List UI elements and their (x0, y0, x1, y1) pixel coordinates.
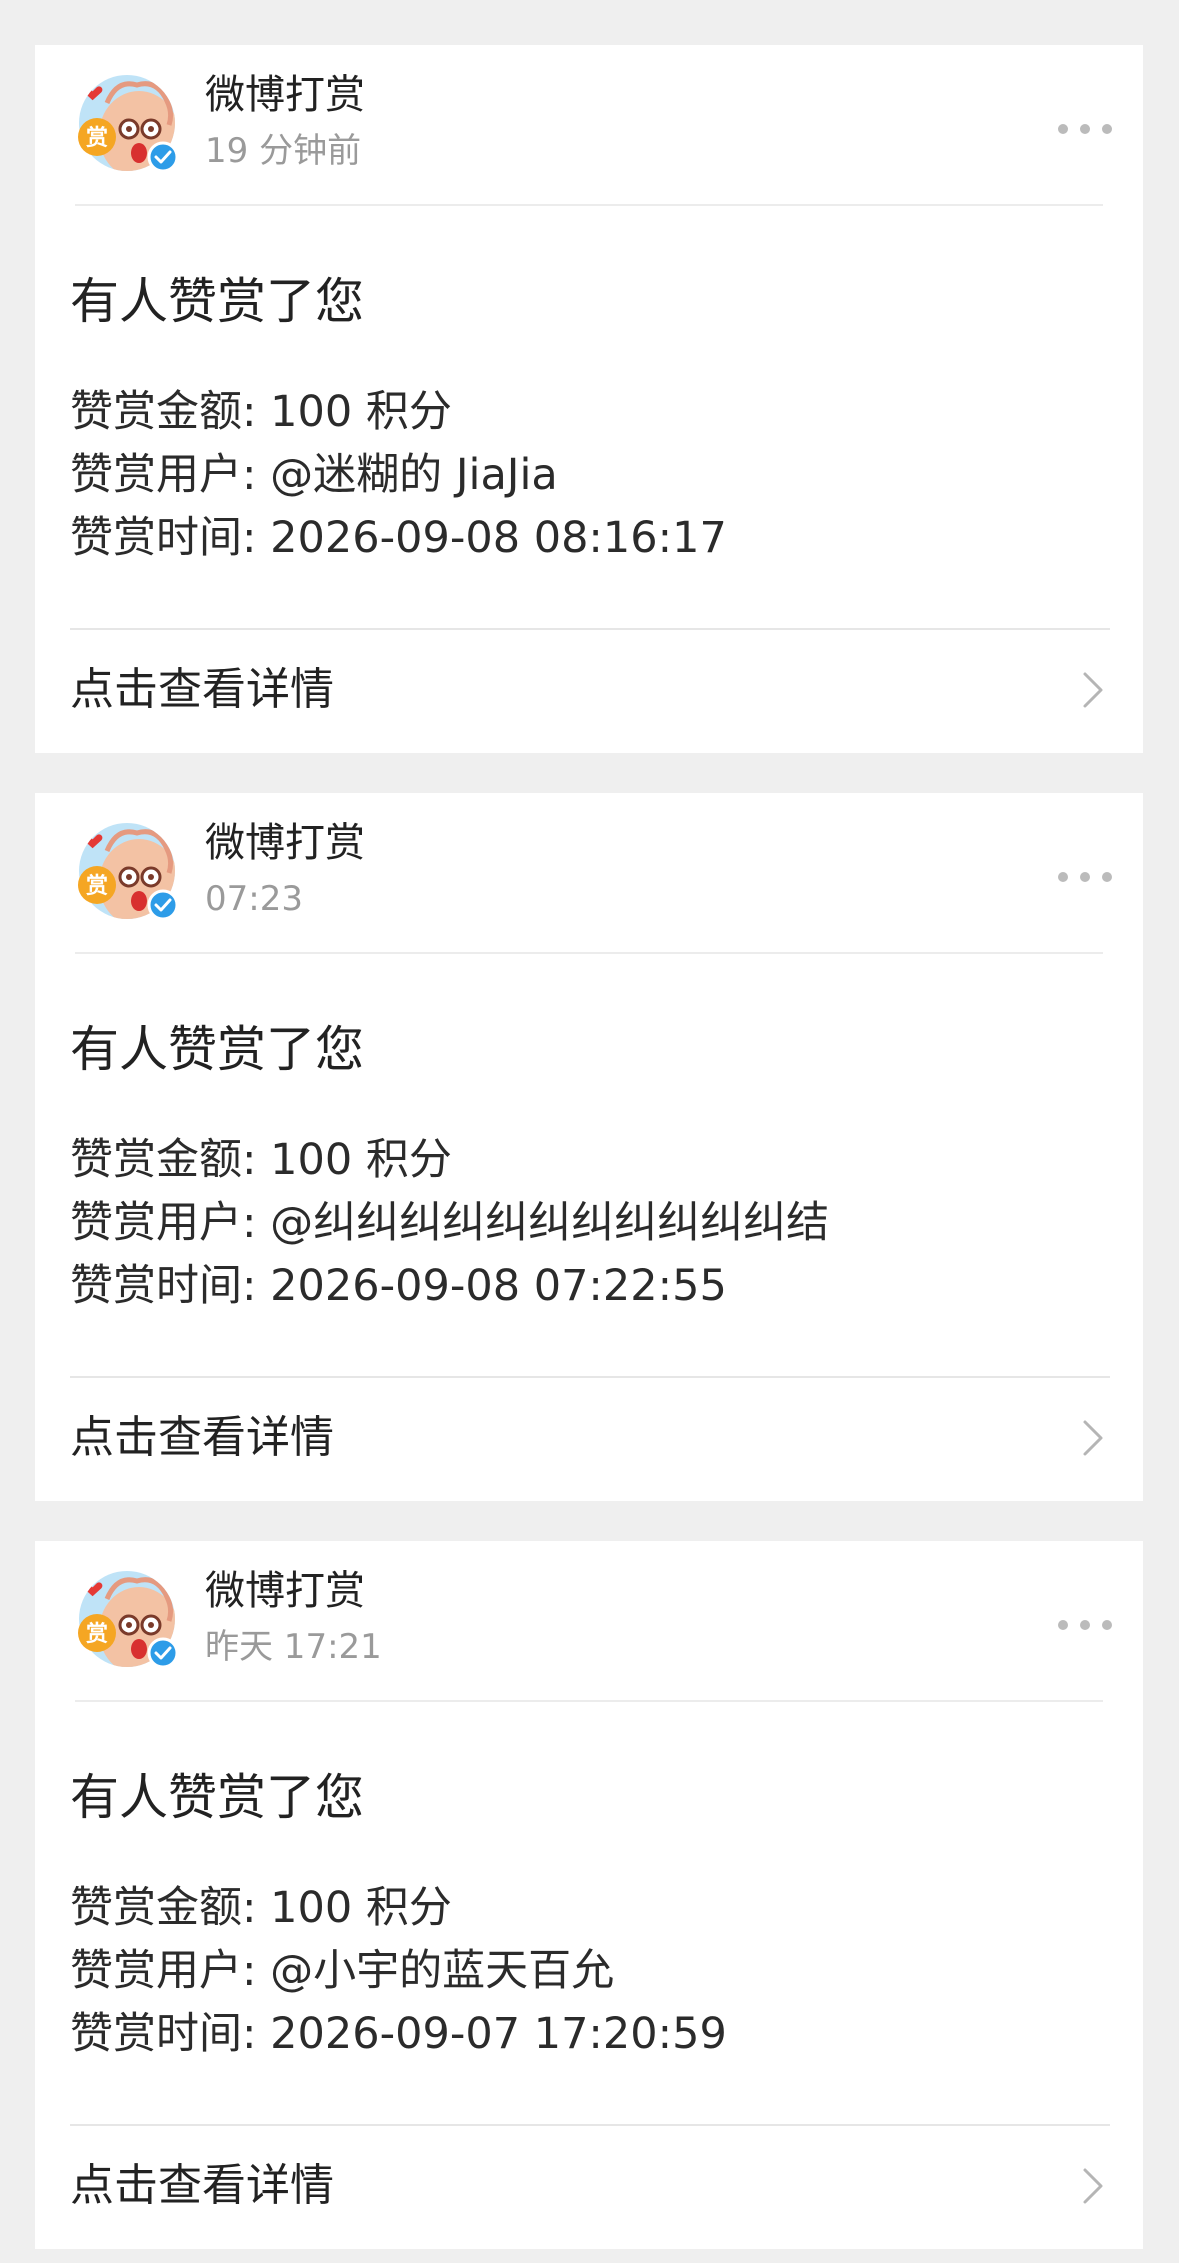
view-details-link[interactable]: 点击查看详情 (35, 2126, 1143, 2249)
sender-name[interactable]: 微博打赏 (205, 71, 365, 119)
reward-amount: 赞赏金额: 100 积分 (70, 1135, 452, 1185)
avatar-image: 赏 (78, 1571, 179, 1669)
notification-title: 有人赞赏了您 (70, 1021, 365, 1078)
reward-user: 赞赏用户: @迷糊的 JiaJia (70, 450, 558, 500)
header-divider (75, 204, 1103, 206)
header-divider (75, 952, 1103, 954)
reward-amount: 赞赏金额: 100 积分 (70, 387, 452, 437)
avatar[interactable]: 赏 (77, 821, 181, 925)
sender-name[interactable]: 微博打赏 (205, 819, 365, 867)
avatar[interactable]: 赏 (77, 1569, 181, 1673)
view-details-label: 点击查看详情 (70, 1412, 334, 1463)
more-dots-icon[interactable] (1055, 1613, 1115, 1637)
avatar[interactable]: 赏 (77, 73, 181, 177)
sender-name[interactable]: 微博打赏 (205, 1567, 365, 1615)
post-time: 19 分钟前 (205, 131, 362, 171)
reward-user: 赞赏用户: @小宇的蓝天百允 (70, 1946, 615, 1996)
notification-card: 赏 微博打赏 07:23 有人赞赏了您 赞赏金额: 100 积分 赞赏用户: @… (35, 793, 1143, 1501)
notification-card: 赏 微博打赏 19 分钟前 有人赞赏了您 赞赏金额: 100 积分 赞赏用户: … (35, 45, 1143, 753)
notification-card: 赏 微博打赏 昨天 17:21 有人赞赏了您 赞赏金额: 100 积分 赞赏用户… (35, 1541, 1143, 2249)
reward-badge-label: 赏 (86, 126, 108, 151)
notification-title: 有人赞赏了您 (70, 1769, 365, 1826)
reward-user: 赞赏用户: @纠纠纠纠纠纠纠纠纠纠纠结 (70, 1198, 830, 1248)
notification-title: 有人赞赏了您 (70, 273, 365, 330)
post-time: 07:23 (205, 879, 303, 919)
verified-check-icon (147, 1637, 179, 1669)
verified-check-icon (147, 141, 179, 173)
view-details-link[interactable]: 点击查看详情 (35, 630, 1143, 753)
view-details-link[interactable]: 点击查看详情 (35, 1378, 1143, 1501)
reward-badge-label: 赏 (86, 874, 108, 899)
chevron-right-icon (1081, 2166, 1105, 2206)
chevron-right-icon (1081, 1418, 1105, 1458)
view-details-label: 点击查看详情 (70, 664, 334, 715)
reward-badge-label: 赏 (86, 1622, 108, 1647)
more-dots-icon[interactable] (1055, 865, 1115, 889)
more-dots-icon[interactable] (1055, 117, 1115, 141)
post-time: 昨天 17:21 (205, 1627, 382, 1667)
verified-check-icon (147, 889, 179, 921)
chevron-right-icon (1081, 670, 1105, 710)
reward-time: 赞赏时间: 2026-09-07 17:20:59 (70, 2009, 727, 2059)
reward-time: 赞赏时间: 2026-09-08 07:22:55 (70, 1261, 727, 1311)
view-details-label: 点击查看详情 (70, 2160, 334, 2211)
avatar-image: 赏 (78, 75, 179, 173)
reward-amount: 赞赏金额: 100 积分 (70, 1883, 452, 1933)
reward-time: 赞赏时间: 2026-09-08 08:16:17 (70, 513, 727, 563)
header-divider (75, 1700, 1103, 1702)
avatar-image: 赏 (78, 823, 179, 921)
